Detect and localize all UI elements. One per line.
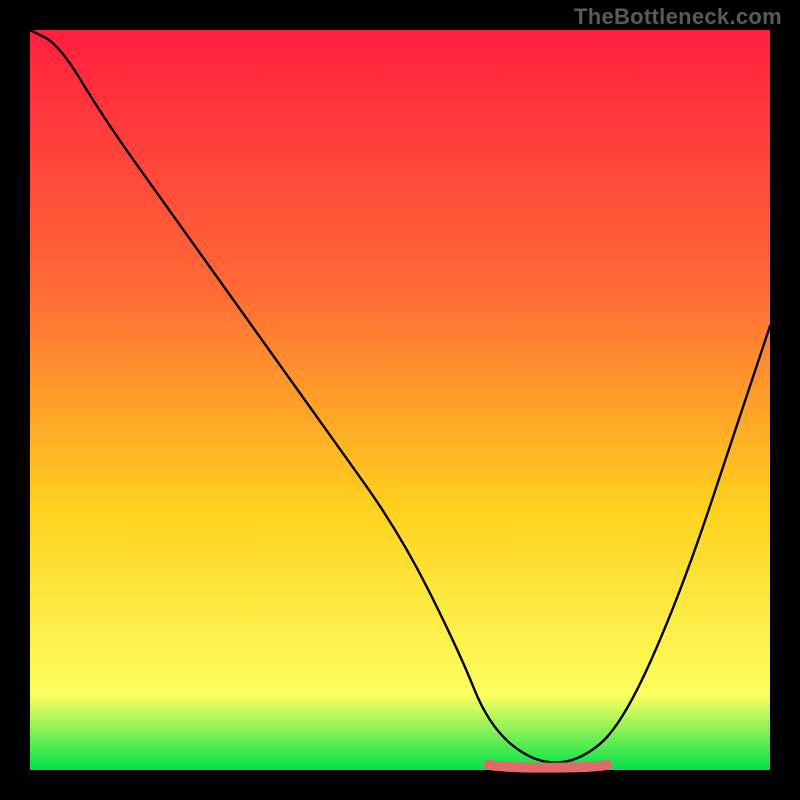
- chart-frame: TheBottleneck.com: [0, 0, 800, 800]
- optimal-range-marker: [489, 765, 607, 768]
- watermark-text: TheBottleneck.com: [574, 4, 782, 30]
- chart-canvas: [0, 0, 800, 800]
- plot-background: [30, 30, 770, 770]
